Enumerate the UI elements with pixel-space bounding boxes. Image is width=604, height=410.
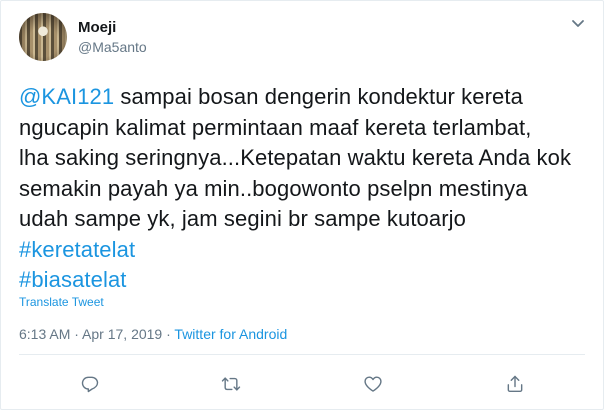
user-handle[interactable]: @Ma5anto bbox=[78, 39, 147, 55]
hashtag-link[interactable]: #biasatelat bbox=[19, 265, 589, 296]
reply-icon bbox=[81, 376, 99, 393]
tweet-line-5: udah sampe yk, jam segini br sampe kutoa… bbox=[19, 206, 466, 231]
display-name[interactable]: Moeji bbox=[78, 19, 116, 36]
retweet-button[interactable] bbox=[220, 373, 242, 395]
tweet-line-2: ngucapin kalimat permintaan maaf kereta … bbox=[19, 114, 532, 140]
mention-link[interactable]: @KAI121 bbox=[19, 84, 114, 109]
meta-separator: · bbox=[162, 326, 175, 342]
tweet-line-1-text: sampai bosan dengerin kondektur kereta bbox=[114, 84, 523, 109]
tweet-text: @KAI121 sampai bosan dengerin kondektur … bbox=[19, 82, 589, 296]
hashtag-link[interactable]: #keretatelat bbox=[19, 235, 589, 266]
retweet-icon bbox=[221, 377, 241, 391]
tweet-card: Moeji @Ma5anto @KAI121 sampai bosan deng… bbox=[0, 0, 604, 410]
share-icon bbox=[507, 375, 523, 393]
tweet-time[interactable]: 6:13 AM bbox=[19, 326, 70, 342]
tweet-line-3: lha saking seringnya...Ketepatan waktu k… bbox=[19, 145, 572, 170]
share-button[interactable] bbox=[504, 373, 526, 395]
avatar[interactable] bbox=[19, 13, 67, 61]
tweet-source-link[interactable]: Twitter for Android bbox=[174, 326, 287, 342]
tweet-line-4: semakin payah ya min..bogowonto pselpn m… bbox=[19, 175, 528, 201]
divider bbox=[19, 354, 585, 355]
translate-tweet-link[interactable]: Translate Tweet bbox=[19, 295, 104, 309]
tweet-line-1: @KAI121 sampai bosan dengerin kondektur … bbox=[19, 82, 589, 113]
meta-separator: · bbox=[70, 326, 83, 342]
like-button[interactable] bbox=[362, 373, 384, 395]
chevron-down-icon[interactable] bbox=[571, 19, 585, 29]
tweet-date[interactable]: Apr 17, 2019 bbox=[82, 326, 162, 342]
reply-button[interactable] bbox=[79, 373, 101, 395]
tweet-metadata: 6:13 AM · Apr 17, 2019 · Twitter for And… bbox=[19, 326, 287, 342]
heart-icon bbox=[364, 376, 382, 392]
